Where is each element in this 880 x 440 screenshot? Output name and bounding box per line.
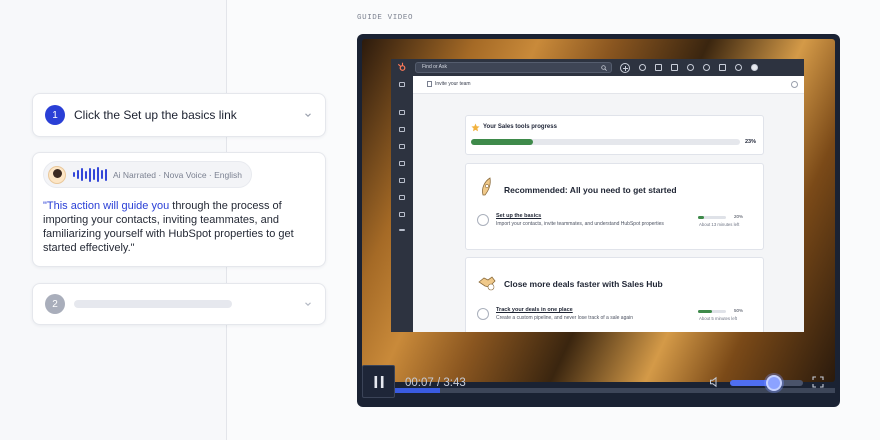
phone-icon[interactable]	[655, 64, 662, 71]
avatar	[48, 165, 66, 184]
narration-card: Ai Narrated · Nova Voice · English "This…	[32, 152, 326, 267]
star-icon	[471, 123, 480, 132]
task-progress-percent: 50%	[734, 308, 744, 313]
upgrade-icon[interactable]	[639, 64, 646, 71]
search-input[interactable]: Find or Ask	[415, 62, 612, 73]
section-title: Recommended: All you need to get started	[504, 185, 677, 195]
task-progress-percent: 20%	[734, 214, 744, 219]
video-frame[interactable]: Find or Ask Invite your team Your Sales …	[362, 39, 835, 382]
info-icon[interactable]	[791, 81, 798, 88]
library-icon[interactable]	[399, 212, 405, 217]
chevron-down-icon[interactable]	[303, 299, 313, 309]
step-title-placeholder	[74, 300, 232, 308]
progress-card: Your Sales tools progress 23%	[465, 115, 764, 155]
task-link-track-deals[interactable]: Track your deals in one place	[496, 307, 573, 313]
section-card-sales-hub: Close more deals faster with Sales Hub T…	[465, 257, 764, 332]
marketing-icon[interactable]	[399, 144, 405, 149]
search-placeholder: Find or Ask	[422, 64, 448, 70]
rocket-illustration-icon	[482, 177, 491, 196]
task-time-left: About 5 minutes left	[699, 316, 737, 321]
task-progress-bar	[698, 310, 726, 313]
marketplace-icon[interactable]	[671, 64, 678, 71]
section-title: Close more deals faster with Sales Hub	[504, 279, 663, 289]
app-header: Invite your team	[413, 76, 804, 94]
step-number-badge: 1	[45, 105, 65, 125]
add-icon[interactable]	[620, 62, 630, 73]
pause-button[interactable]	[362, 365, 395, 398]
hubspot-logo-icon	[397, 62, 406, 71]
pause-icon	[374, 375, 383, 388]
narration-pill[interactable]: Ai Narrated · Nova Voice · English	[43, 161, 252, 188]
narration-highlight: "This action will guide you	[43, 199, 170, 212]
contacts-icon[interactable]	[399, 127, 405, 132]
task-progress-fill	[698, 216, 704, 219]
narration-meta: Ai Narrated · Nova Voice · English	[113, 169, 242, 180]
search-icon	[601, 65, 607, 71]
chevron-down-icon[interactable]	[303, 110, 313, 120]
bell-icon[interactable]	[719, 64, 726, 71]
task-description: Create a custom pipeline, and never lose…	[496, 315, 634, 321]
task-radio[interactable]	[477, 308, 489, 320]
step-card-1[interactable]: 1 Click the Set up the basics link	[32, 93, 326, 137]
volume-slider-handle[interactable]	[765, 375, 782, 391]
document-icon	[427, 81, 432, 87]
guide-video-label: GUIDE VIDEO	[357, 14, 414, 22]
home-icon[interactable]	[399, 82, 405, 87]
gear-icon[interactable]	[703, 64, 710, 71]
handshake-illustration-icon	[478, 276, 496, 291]
narration-text: "This action will guide you through the …	[43, 199, 315, 255]
account-avatar-icon[interactable]	[751, 64, 758, 71]
step-title: Click the Set up the basics link	[74, 108, 237, 122]
video-player: Find or Ask Invite your team Your Sales …	[357, 34, 840, 407]
content-icon[interactable]	[399, 161, 405, 166]
playback-time: 00:07 / 3:43	[405, 377, 466, 389]
task-link-set-up-basics[interactable]: Set up the basics	[496, 213, 541, 219]
section-card-recommended: Recommended: All you need to get started…	[465, 163, 764, 250]
automation-icon[interactable]	[399, 178, 405, 183]
task-time-left: About 13 minutes left	[699, 222, 740, 227]
task-radio[interactable]	[477, 214, 489, 226]
bookmark-icon[interactable]	[399, 110, 405, 115]
volume-slider[interactable]	[730, 375, 803, 391]
progress-bar	[471, 139, 740, 145]
hubspot-app-screenshot: Find or Ask Invite your team Your Sales …	[391, 59, 804, 332]
task-description: Import your contacts, invite teammates, …	[496, 221, 664, 227]
app-topbar: Find or Ask	[391, 59, 804, 76]
volume-icon[interactable]	[709, 376, 721, 388]
step-number-badge: 2	[45, 294, 65, 314]
progress-bar-fill	[471, 139, 533, 145]
reporting-icon[interactable]	[399, 195, 405, 200]
step-card-2[interactable]: 2	[32, 283, 326, 325]
task-progress-fill	[698, 310, 712, 313]
topbar-icons	[620, 62, 758, 73]
more-icon[interactable]	[399, 229, 405, 231]
progress-title: Your Sales tools progress	[483, 124, 557, 130]
progress-percent: 23%	[745, 139, 757, 145]
audio-wave-icon	[73, 167, 107, 183]
help-icon[interactable]	[687, 64, 694, 71]
fullscreen-icon[interactable]	[812, 376, 824, 388]
app-header-title: Invite your team	[435, 81, 471, 87]
app-sidebar	[391, 76, 413, 332]
sparkle-icon[interactable]	[735, 64, 742, 71]
task-progress-bar	[698, 216, 726, 219]
